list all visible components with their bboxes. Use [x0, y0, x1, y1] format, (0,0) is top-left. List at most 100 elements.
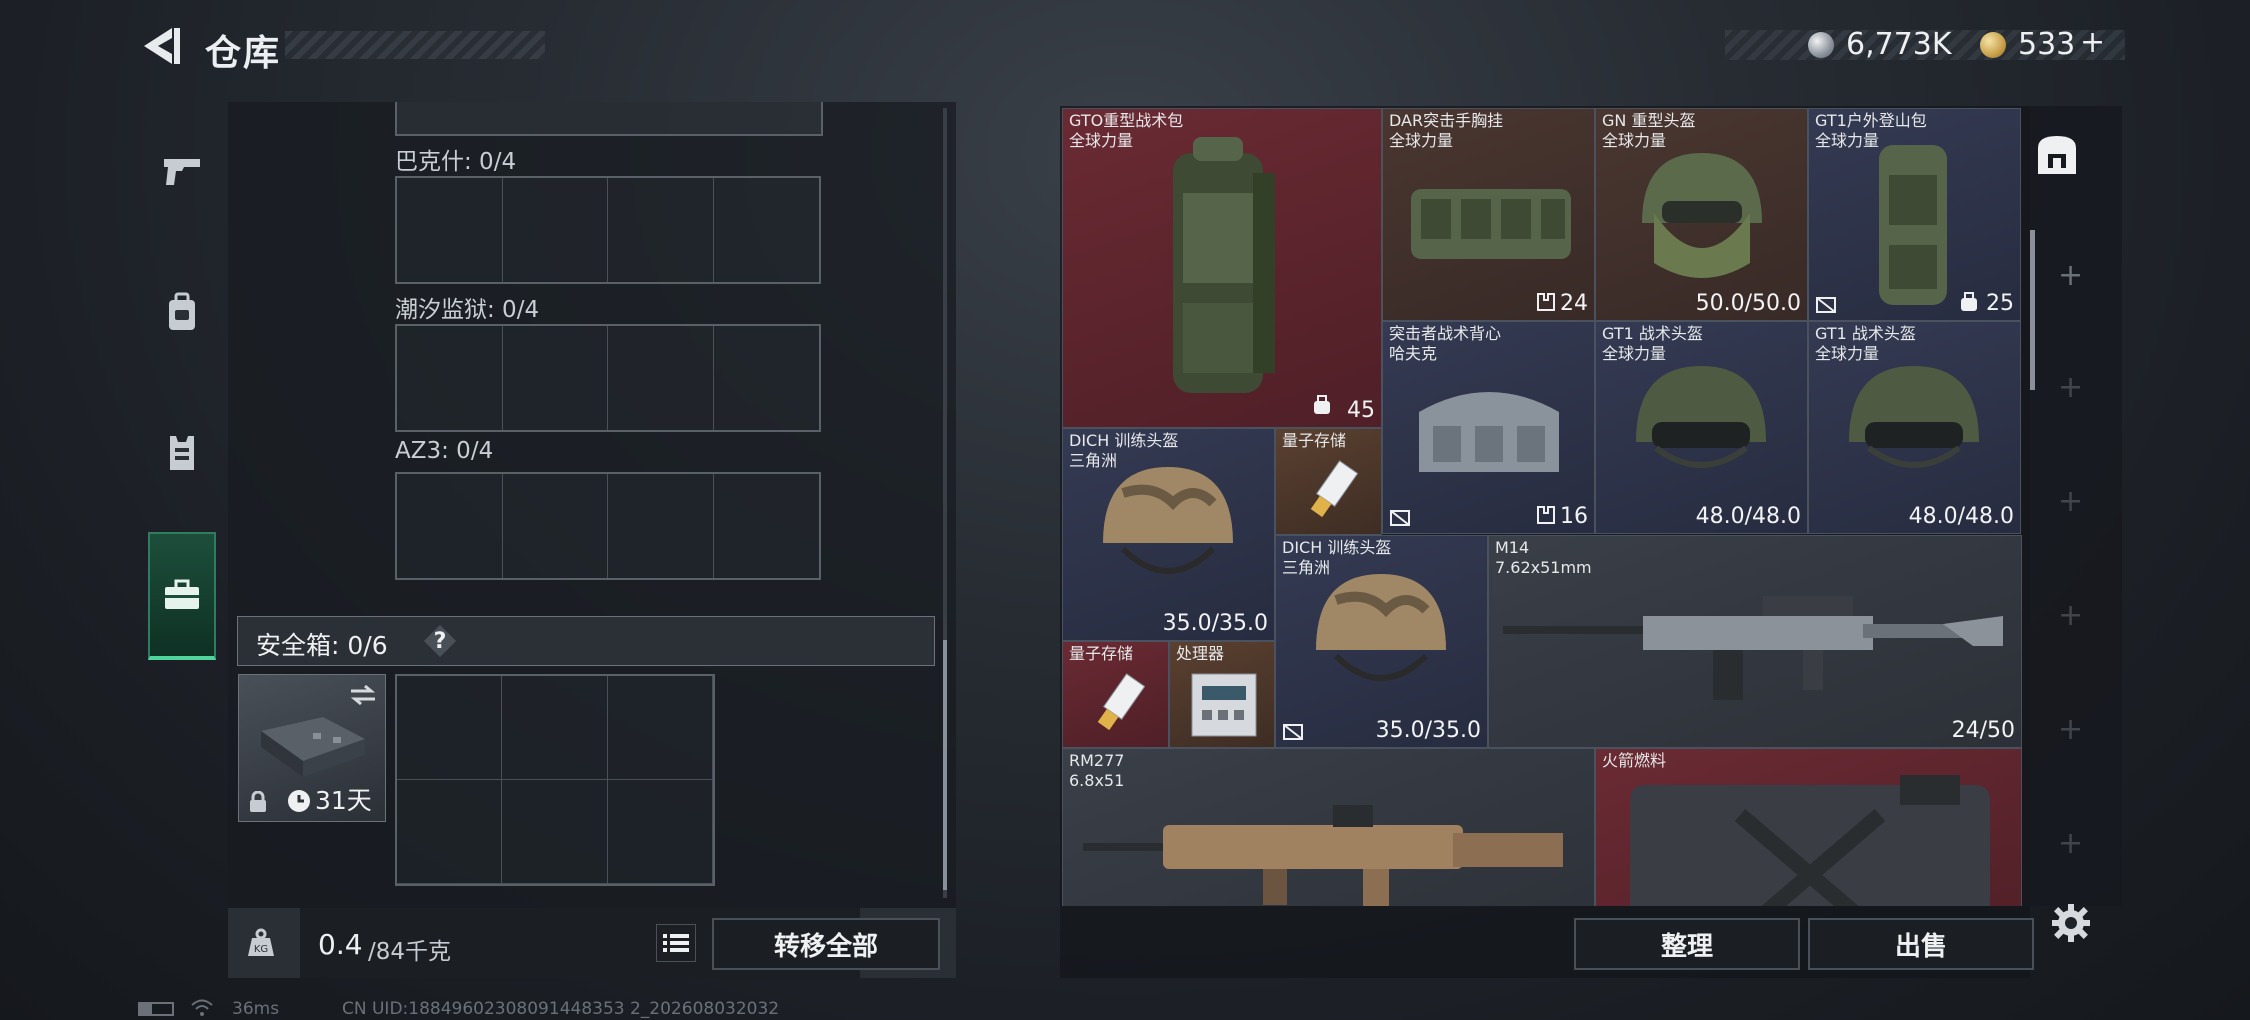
clock-icon — [288, 790, 310, 812]
add-slot-button[interactable]: + — [2058, 484, 2083, 519]
item-rocket-fuel[interactable]: 火箭燃料 — [1595, 748, 2022, 906]
item-quantum-storage[interactable]: 量子存储 — [1275, 428, 1382, 535]
safe-box-label: 安全箱: 0/6 — [256, 631, 388, 660]
no-insure-icon — [1390, 510, 1410, 526]
tab-armor[interactable] — [138, 382, 226, 522]
helmet-image-icon — [1316, 574, 1446, 681]
vest-icon — [170, 436, 194, 470]
tab-backpack[interactable] — [2034, 132, 2080, 178]
battery-icon — [138, 1002, 174, 1016]
svg-text:KG: KG — [254, 944, 268, 955]
backpack-image-icon — [1879, 145, 1947, 305]
item-name: GT1 战术头盔 — [1602, 324, 1703, 343]
item-gto-bag[interactable]: GTO重型战术包 全球力量 45 — [1062, 108, 1382, 428]
container-grid[interactable] — [395, 324, 821, 432]
item-name: 火箭燃料 — [1602, 751, 1667, 770]
item-durability: 50.0/50.0 — [1695, 291, 1801, 316]
list-icon — [663, 934, 689, 952]
safe-case-icon — [261, 717, 365, 777]
vest-image-icon — [1419, 392, 1559, 472]
stash-scroll-thumb[interactable] — [943, 640, 947, 890]
item-capacity: 24 — [1560, 291, 1588, 316]
item-durability: 35.0/35.0 — [1162, 611, 1268, 636]
item-name: DICH 训练头盔 — [1282, 538, 1392, 557]
add-currency-button[interactable]: + — [2080, 25, 2105, 60]
item-name: DICH 训练头盔 — [1069, 431, 1179, 450]
item-brand: 哈夫克 — [1389, 344, 1438, 363]
safe-box-grid[interactable] — [395, 674, 715, 886]
container-grid[interactable] — [395, 472, 821, 580]
settings-button[interactable] — [2050, 902, 2092, 944]
list-view-button[interactable] — [656, 924, 696, 962]
container-label: 巴克什: 0/4 — [395, 149, 517, 175]
item-capacity: 16 — [1560, 504, 1588, 529]
inventory-grid: GTO重型战术包 全球力量 45 DAR突击手胸挂 全球力量 24 GN 重型头盔全… — [1062, 108, 2022, 906]
back-arrow-icon — [144, 28, 180, 64]
sell-button[interactable]: 出售 — [1808, 918, 2034, 970]
ping-text: 36ms — [232, 999, 280, 1019]
item-durability: 35.0/35.0 — [1375, 718, 1481, 743]
backpack-image-icon — [1173, 137, 1275, 393]
lock-icon — [250, 791, 266, 812]
page-title: 仓库 — [205, 33, 282, 74]
gear-icon — [2052, 904, 2090, 942]
weight-icon-box: KG — [238, 920, 284, 966]
item-name: DAR突击手胸挂 — [1389, 111, 1504, 130]
item-gt1-helmet[interactable]: GT1 战术头盔 全球力量 48.0/48.0 — [1808, 321, 2021, 534]
item-brand: 全球力量 — [1389, 131, 1454, 150]
capacity-icon — [1537, 506, 1555, 524]
safe-box-header: 安全箱: 0/6 ? — [237, 616, 935, 666]
capacity-icon — [1537, 293, 1555, 311]
item-name: 量子存储 — [1069, 644, 1134, 663]
back-button[interactable] — [138, 24, 184, 68]
backpack-slot-icon — [2038, 136, 2076, 174]
add-slot-button[interactable]: + — [2058, 712, 2083, 747]
no-insure-icon — [1283, 724, 1303, 740]
item-name: RM277 — [1069, 751, 1125, 770]
item-dich-helmet[interactable]: DICH 训练头盔 三角洲 35.0/35.0 — [1275, 535, 1488, 748]
usb-drive-icon — [1310, 460, 1358, 518]
item-name: GT1 战术头盔 — [1815, 324, 1916, 343]
item-gn-helmet[interactable]: GN 重型头盔 全球力量 50.0/50.0 — [1595, 108, 1808, 321]
safe-box-item[interactable]: 31天 — [238, 674, 386, 822]
add-slot-button[interactable]: + — [2058, 258, 2083, 293]
rifle-image-icon — [1083, 805, 1563, 906]
item-quantum-storage[interactable]: 量子存储 — [1062, 641, 1169, 748]
item-name: 量子存储 — [1282, 431, 1347, 450]
uid-text: CN UID:18849602308091448353 2_2026080320… — [342, 999, 780, 1019]
chest-rig-image-icon — [1411, 189, 1571, 259]
item-name: GN 重型头盔 — [1602, 111, 1696, 130]
organize-button[interactable]: 整理 — [1574, 918, 1800, 970]
helmet-image-icon — [1103, 467, 1233, 574]
capacity-icon — [1961, 292, 1977, 311]
item-processor[interactable]: 处理器 — [1169, 641, 1275, 748]
add-slot-button[interactable]: + — [2058, 826, 2083, 861]
no-insure-icon — [1816, 297, 1836, 313]
item-m14-rifle[interactable]: M14 7.62x51mm 24/50 — [1488, 535, 2022, 748]
rifle-image-icon — [1503, 596, 2003, 700]
swap-icon — [350, 684, 376, 706]
processor-module-icon — [1191, 673, 1257, 737]
backpack-scrollbar[interactable] — [2030, 230, 2035, 390]
item-gt1-backpack[interactable]: GT1户外登山包 全球力量 25 — [1808, 108, 2021, 321]
item-dich-helmet[interactable]: DICH 训练头盔 三角洲 35.0/35.0 — [1062, 428, 1275, 641]
weight-current: 0.4 — [318, 928, 363, 961]
item-assault-vest[interactable]: 突击者战术背心 哈夫克 16 — [1382, 321, 1595, 534]
currency-gold: 533 — [2018, 27, 2076, 62]
item-rm277-rifle[interactable]: RM277 6.8x51 — [1062, 748, 1595, 906]
tab-case[interactable] — [148, 532, 216, 660]
title-decoration — [285, 31, 545, 59]
add-slot-button[interactable]: + — [2058, 598, 2083, 633]
backpack-icon — [169, 292, 195, 330]
tab-gear[interactable] — [138, 242, 226, 382]
help-icon[interactable]: ? — [424, 625, 456, 657]
item-name: 处理器 — [1176, 644, 1225, 663]
container-grid[interactable] — [395, 176, 821, 284]
add-slot-button[interactable]: + — [2058, 370, 2083, 405]
weight-icon: KG — [248, 928, 274, 956]
item-gt1-helmet[interactable]: GT1 战术头盔 全球力量 48.0/48.0 — [1595, 321, 1808, 534]
container-label: 潮汐监狱: 0/4 — [395, 297, 540, 323]
item-dar-chest-rig[interactable]: DAR突击手胸挂 全球力量 24 — [1382, 108, 1595, 321]
tab-weapons[interactable] — [138, 102, 226, 242]
transfer-all-button[interactable]: 转移全部 — [712, 918, 940, 970]
